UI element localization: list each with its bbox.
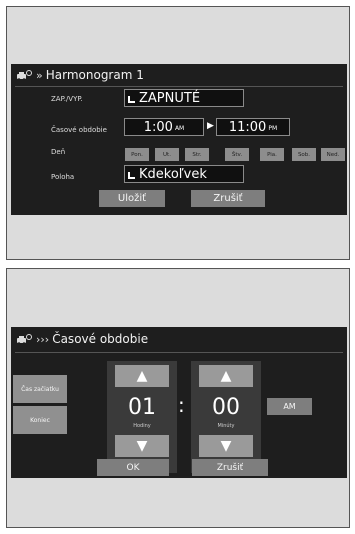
minutes-down-button[interactable]: ▼ [199, 435, 253, 457]
schedule-screen: » Harmonogram 1 ZAP./VYP. ZAPNUTÉ Časové… [11, 64, 347, 215]
ok-button[interactable]: OK [97, 459, 169, 476]
car-clock-icon [15, 332, 33, 346]
save-button[interactable]: Uložiť [99, 190, 165, 207]
car-clock-icon [15, 68, 33, 82]
end-time-field[interactable]: 11:00 PM [216, 118, 290, 136]
hours-unit: Hodiny [133, 423, 151, 429]
hours-spinner: ▲ 01 Hodiny ▼ [107, 361, 177, 473]
field-corner-icon [128, 172, 135, 179]
title-bar: » Harmonogram 1 [11, 64, 347, 86]
triple-chevron-icon: ››› [36, 332, 50, 346]
location-label: Poloha [51, 173, 75, 181]
title-bar: ››› Časové obdobie [11, 327, 347, 351]
start-time-suffix: AM [174, 125, 185, 132]
schedule-panel: » Harmonogram 1 ZAP./VYP. ZAPNUTÉ Časové… [6, 6, 350, 260]
onoff-label: ZAP./VYP. [51, 95, 83, 103]
onoff-field[interactable]: ZAPNUTÉ [124, 89, 244, 107]
am-pm-button[interactable]: AM [267, 398, 312, 415]
minutes-spinner: ▲ 00 Minúty ▼ [191, 361, 261, 473]
arrow-right-icon: ▶ [207, 121, 214, 131]
hours-up-button[interactable]: ▲ [115, 365, 169, 387]
down-arrow-icon: ▼ [220, 438, 232, 454]
field-corner-icon [128, 96, 135, 103]
minutes-unit: Minúty [217, 423, 235, 429]
cancel-button[interactable]: Zrušiť [192, 459, 268, 476]
day-button-sun[interactable]: Ned. [321, 148, 345, 161]
day-button-wed[interactable]: Str. [185, 148, 209, 161]
end-time-suffix: PM [268, 125, 278, 132]
hours-down-button[interactable]: ▼ [115, 435, 169, 457]
start-time-button[interactable]: Čas začiatku [13, 375, 67, 403]
title-divider [15, 352, 343, 353]
up-arrow-icon: ▲ [136, 368, 148, 384]
day-button-tue[interactable]: Ut. [155, 148, 179, 161]
days-label: Deň [51, 148, 66, 156]
day-button-sat[interactable]: Sob. [292, 148, 316, 161]
location-field[interactable]: Kdekoľvek [124, 165, 244, 183]
day-button-mon[interactable]: Pon. [125, 148, 149, 161]
page-title: Časové obdobie [52, 332, 149, 346]
title-divider [15, 86, 343, 87]
time-separator: : [178, 393, 185, 417]
minutes-value: 00 [212, 395, 240, 420]
period-label: Časové obdobie [51, 126, 107, 134]
end-time-value: 11:00 [228, 119, 267, 135]
onoff-value: ZAPNUTÉ [139, 90, 201, 106]
down-arrow-icon: ▼ [136, 438, 148, 454]
start-time-value: 1:00 [143, 119, 173, 135]
start-time-field[interactable]: 1:00 AM [124, 118, 204, 136]
cancel-button[interactable]: Zrušiť [191, 190, 265, 207]
end-time-button[interactable]: Koniec [13, 406, 67, 434]
up-arrow-icon: ▲ [220, 368, 232, 384]
page-title: Harmonogram 1 [45, 68, 144, 82]
minutes-up-button[interactable]: ▲ [199, 365, 253, 387]
day-button-fri[interactable]: Pia. [260, 148, 284, 161]
day-button-thu[interactable]: Štv. [225, 148, 249, 161]
hours-value: 01 [128, 395, 156, 420]
double-chevron-icon: » [36, 68, 43, 82]
location-value: Kdekoľvek [139, 166, 207, 182]
